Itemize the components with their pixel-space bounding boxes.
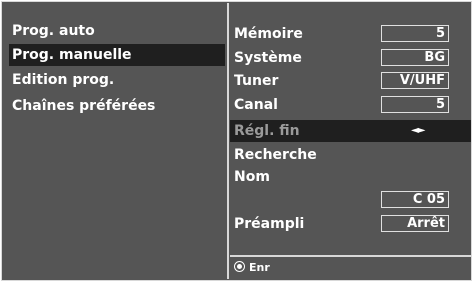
tuner-value[interactable]: V/UHF — [381, 72, 449, 89]
panel-divider — [227, 3, 229, 279]
manual-programming-panel: Mémoire 5 Système BG Tuner V/UHF Canal 5… — [230, 3, 471, 279]
left-right-arrows-icon[interactable]: ◄► — [411, 120, 425, 142]
systeme-label: Système — [234, 50, 302, 66]
menu-item-prog-auto[interactable]: Prog. auto — [9, 20, 225, 42]
footer-label: Enr — [249, 261, 270, 274]
tuner-label: Tuner — [234, 73, 279, 89]
canal-label: Canal — [234, 97, 278, 113]
memoire-label: Mémoire — [234, 26, 303, 42]
setting-systeme[interactable]: Système BG — [230, 47, 471, 69]
setting-regl-fin[interactable]: Régl. fin ◄► — [230, 120, 471, 142]
main-menu: Prog. auto Prog. manuelle Edition prog. … — [3, 3, 225, 279]
canal-value[interactable]: 5 — [381, 96, 449, 113]
setting-recherche[interactable]: Recherche — [230, 144, 471, 166]
preampli-value[interactable]: Arrêt — [381, 215, 449, 232]
setting-nom[interactable]: Nom — [230, 166, 471, 188]
menu-item-chaines-preferees[interactable]: Chaînes préférées — [9, 95, 225, 117]
nom-value[interactable]: C 05 — [381, 191, 449, 208]
menu-item-edition-prog[interactable]: Edition prog. — [9, 69, 225, 91]
regl-fin-label: Régl. fin — [234, 123, 300, 139]
setting-tuner[interactable]: Tuner V/UHF — [230, 70, 471, 92]
systeme-value[interactable]: BG — [381, 49, 449, 66]
memoire-value[interactable]: 5 — [381, 25, 449, 42]
footer-hint: Enr — [234, 260, 270, 276]
footer-divider — [230, 255, 471, 257]
tv-osd-panel: Prog. auto Prog. manuelle Edition prog. … — [1, 1, 472, 281]
setting-memoire[interactable]: Mémoire 5 — [230, 23, 471, 45]
setting-nom-value-row[interactable]: C 05 — [230, 189, 471, 211]
ok-button-icon — [234, 261, 245, 272]
nom-label: Nom — [234, 169, 270, 185]
setting-preampli[interactable]: Préampli Arrêt — [230, 213, 471, 235]
preampli-label: Préampli — [234, 216, 305, 232]
recherche-label: Recherche — [234, 147, 317, 163]
setting-canal[interactable]: Canal 5 — [230, 94, 471, 116]
menu-item-prog-manuelle[interactable]: Prog. manuelle — [9, 44, 225, 66]
